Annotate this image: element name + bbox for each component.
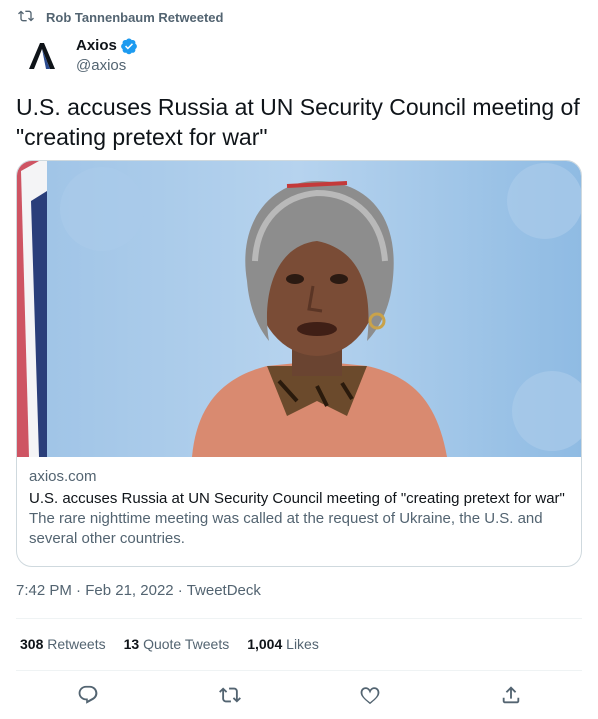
likes-stat[interactable]: 1,004 Likes [247, 636, 319, 652]
quotes-label: Quote Tweets [143, 636, 230, 652]
retweeted-by-label: Rob Tannenbaum Retweeted [46, 9, 224, 25]
retweets-label: Retweets [47, 636, 106, 652]
avatar[interactable] [18, 32, 66, 80]
tweet-source[interactable]: TweetDeck [187, 582, 261, 599]
tweet-time[interactable]: 7:42 PM [16, 582, 72, 599]
share-icon[interactable] [500, 684, 522, 706]
author-name[interactable]: Axios [76, 36, 117, 56]
quotes-stat[interactable]: 13 Quote Tweets [124, 636, 230, 652]
divider [16, 670, 582, 671]
tweet-text: U.S. accuses Russia at UN Security Counc… [16, 94, 580, 150]
tweet-date[interactable]: Feb 21, 2022 [85, 582, 173, 599]
meta-separator: · [177, 582, 183, 599]
divider [16, 618, 582, 619]
retweet-icon [18, 8, 46, 27]
verified-badge-icon [120, 38, 137, 55]
card-description: The rare nighttime meeting was called at… [29, 510, 543, 547]
action-bar [0, 684, 598, 708]
heart-icon[interactable] [359, 684, 381, 706]
retweeted-by[interactable]: Rob Tannenbaum Retweeted [18, 8, 223, 26]
meta-separator: · [76, 582, 82, 599]
card-image [17, 161, 581, 457]
link-card[interactable]: axios.com U.S. accuses Russia at UN Secu… [16, 160, 582, 567]
retweet-icon[interactable] [219, 684, 241, 706]
card-domain: axios.com [29, 468, 97, 485]
card-title: U.S. accuses Russia at UN Security Counc… [29, 490, 565, 507]
tweet-meta: 7:42 PM · Feb 21, 2022 · TweetDeck [16, 582, 261, 599]
axios-logo-icon [29, 43, 55, 69]
author-handle[interactable]: @axios [76, 56, 138, 76]
retweets-count: 308 [20, 636, 44, 652]
engagement-stats: 308 Retweets 13 Quote Tweets 1,004 Likes [20, 636, 319, 652]
retweets-stat[interactable]: 308 Retweets [20, 636, 106, 652]
reply-icon[interactable] [77, 684, 99, 706]
likes-count: 1,004 [247, 636, 283, 652]
quotes-count: 13 [123, 636, 140, 652]
likes-label: Likes [286, 636, 319, 652]
tweet-author[interactable]: Axios @axios [18, 32, 138, 80]
